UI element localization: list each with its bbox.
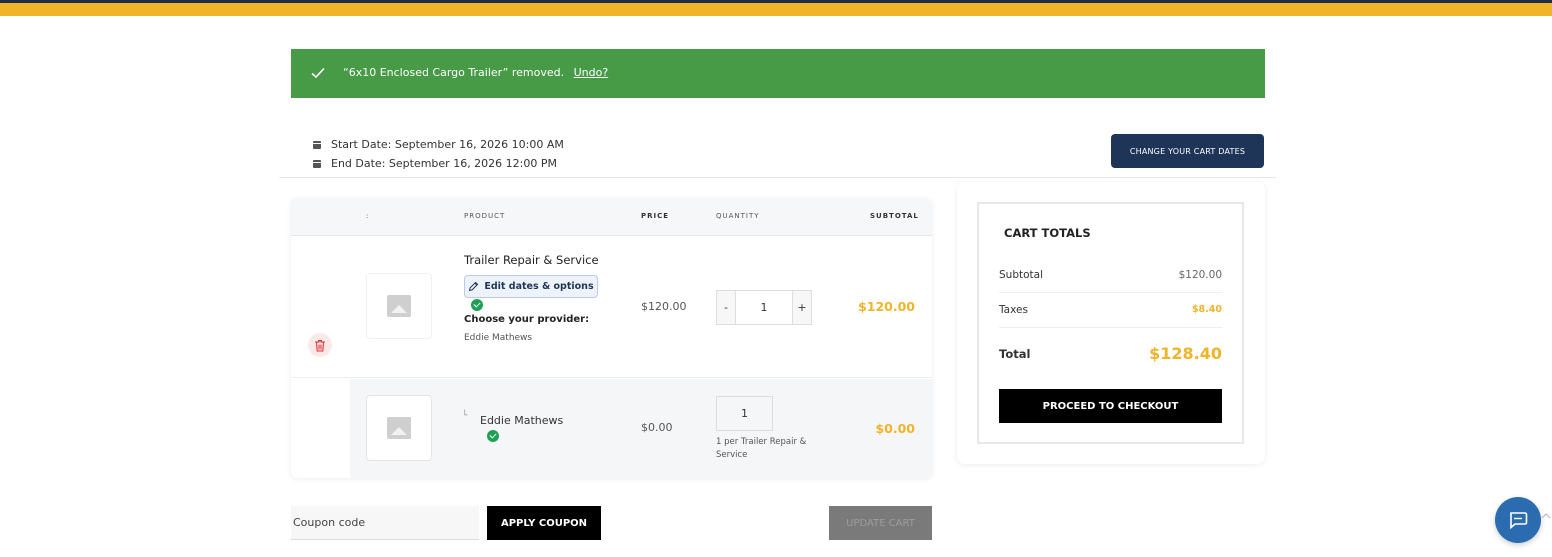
cart-totals-title: CART TOTALS xyxy=(1004,226,1091,240)
image-placeholder-icon xyxy=(387,295,411,317)
qty-input[interactable]: 1 xyxy=(736,290,792,325)
provider-name: Eddie Mathews xyxy=(464,333,533,343)
check-circle-icon xyxy=(471,299,483,311)
product-name[interactable]: Trailer Repair & Service xyxy=(464,253,599,267)
total-label: Total xyxy=(999,347,1031,361)
item-subtotal: $120.00 xyxy=(858,299,915,314)
cart-table: : PRODUCT PRICE QUANTITY SUBTOTAL Traile… xyxy=(291,198,932,478)
calendar-icon xyxy=(313,159,321,168)
divider xyxy=(999,292,1222,293)
subtotal-label: Subtotal xyxy=(999,269,1043,281)
apply-coupon-button[interactable]: APPLY COUPON xyxy=(487,506,601,540)
item-price: $120.00 xyxy=(641,300,687,313)
end-date: End Date: September 16, 2026 12:00 PM xyxy=(331,157,557,170)
taxes-label: Taxes xyxy=(999,304,1028,316)
chat-icon xyxy=(1510,512,1528,529)
update-cart-button[interactable]: UPDATE CART xyxy=(829,506,932,540)
end-date-row: End Date: September 16, 2026 12:00 PM xyxy=(313,154,564,173)
undo-link[interactable]: Undo? xyxy=(574,66,609,79)
child-item-marker: └ xyxy=(462,411,468,421)
edit-dates-options-button[interactable]: Edit dates & options xyxy=(464,275,598,298)
subtotal-value: $120.00 xyxy=(1178,269,1222,281)
coupon-code-input[interactable] xyxy=(291,506,479,540)
cart-totals-box: CART TOTALS Subtotal $120.00 Taxes $8.40… xyxy=(977,202,1244,444)
taxes-value: $8.40 xyxy=(1191,304,1222,315)
divider xyxy=(999,327,1222,328)
header-product: PRODUCT xyxy=(464,212,506,220)
start-date-row: Start Date: September 16, 2026 10:00 AM xyxy=(313,135,564,154)
header-subtotal: SUBTOTAL xyxy=(870,212,919,220)
child-item-name: Eddie Mathews xyxy=(480,414,564,427)
qty-decrement-button[interactable]: - xyxy=(716,290,736,325)
header-price: PRICE xyxy=(641,212,670,220)
cart-totals-card: CART TOTALS Subtotal $120.00 Taxes $8.40… xyxy=(957,182,1265,464)
chat-button[interactable] xyxy=(1495,497,1541,543)
change-cart-dates-button[interactable]: CHANGE YOUR CART DATES xyxy=(1111,134,1264,168)
child-qty-value: 1 xyxy=(716,396,773,431)
scroll-up-icon[interactable] xyxy=(1541,512,1552,526)
qty-increment-button[interactable]: + xyxy=(792,290,812,325)
check-icon xyxy=(311,67,325,79)
subtotal-row: Subtotal $120.00 xyxy=(999,269,1222,281)
cart-dates: Start Date: September 16, 2026 10:00 AM … xyxy=(313,135,564,173)
quantity-stepper: - 1 + xyxy=(716,290,812,325)
start-date: Start Date: September 16, 2026 10:00 AM xyxy=(331,138,564,151)
divider xyxy=(279,177,1276,178)
remove-item-button[interactable] xyxy=(308,333,332,357)
image-placeholder-icon xyxy=(387,417,411,439)
total-value: $128.40 xyxy=(1149,344,1222,363)
product-thumbnail[interactable] xyxy=(366,273,432,339)
child-qty-note: 1 per Trailer Repair & Service xyxy=(716,437,807,460)
top-accent-bar xyxy=(0,0,1552,16)
table-row: └ Eddie Mathews $0.00 1 1 per Trailer Re… xyxy=(350,379,932,478)
removed-notice: “6x10 Enclosed Cargo Trailer” removed. U… xyxy=(291,49,1265,98)
child-item-subtotal: $0.00 xyxy=(875,421,915,436)
notice-message-wrap: “6x10 Enclosed Cargo Trailer” removed. U… xyxy=(343,66,608,79)
choose-provider-label: Choose your provider: xyxy=(464,314,590,325)
proceed-to-checkout-button[interactable]: PROCEED TO CHECKOUT xyxy=(999,389,1222,423)
table-header: : PRODUCT PRICE QUANTITY SUBTOTAL xyxy=(291,198,932,236)
notice-message: “6x10 Enclosed Cargo Trailer” removed. xyxy=(343,66,565,79)
header-quantity: QUANTITY xyxy=(716,212,760,220)
child-item-price: $0.00 xyxy=(641,421,673,434)
taxes-row: Taxes $8.40 xyxy=(999,304,1222,316)
calendar-icon xyxy=(313,140,321,149)
header-thumb: : xyxy=(366,212,370,220)
product-thumbnail[interactable] xyxy=(366,395,432,461)
check-circle-icon xyxy=(487,430,499,442)
table-row: Trailer Repair & Service Edit dates & op… xyxy=(291,236,932,378)
pencil-icon xyxy=(469,281,479,292)
trash-icon xyxy=(315,339,325,352)
edit-dates-label: Edit dates & options xyxy=(484,281,594,292)
